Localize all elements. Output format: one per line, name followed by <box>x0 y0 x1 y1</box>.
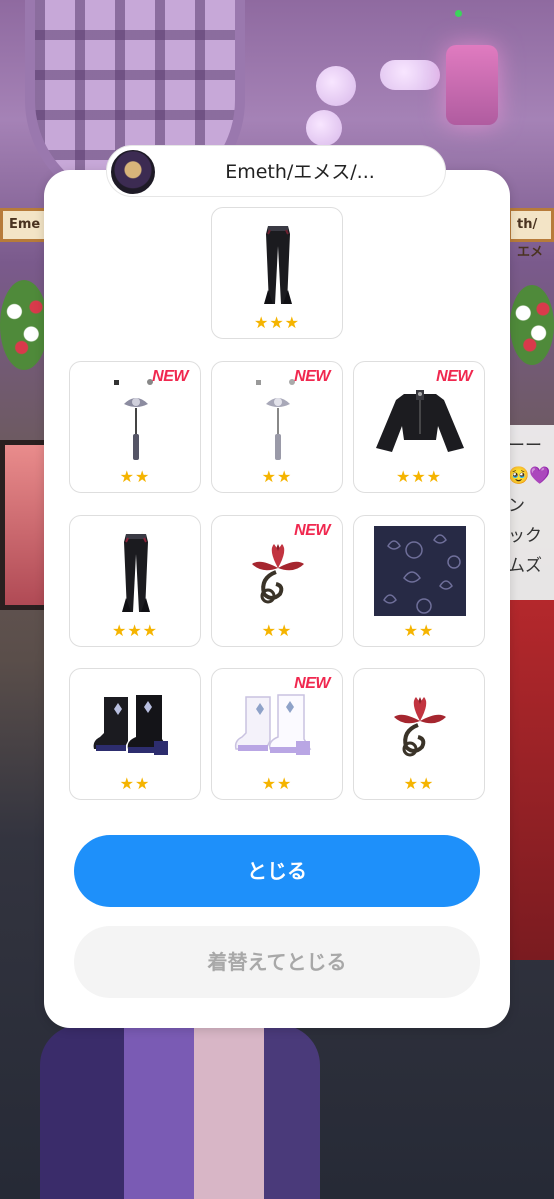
item-card[interactable]: ★★★ <box>211 207 343 339</box>
background-strawberry-flowers <box>0 280 48 370</box>
chat-line: ムズ <box>508 556 542 576</box>
new-badge: NEW <box>294 675 330 692</box>
background-strawberry-flowers <box>510 285 554 365</box>
item-card[interactable]: NEW ★★ <box>211 668 343 800</box>
background-moon <box>306 110 342 146</box>
close-button[interactable]: とじる <box>74 835 480 907</box>
new-badge: NEW <box>436 368 472 385</box>
new-badge: NEW <box>294 522 330 539</box>
black-flared-pants-icon <box>90 530 182 620</box>
rarity-stars: ★★ <box>261 467 293 486</box>
rarity-stars: ★★ <box>403 774 435 793</box>
item-card[interactable]: NEW ★★★ <box>353 361 485 493</box>
item-card[interactable]: NEW ★★ <box>211 361 343 493</box>
chat-line: ーー <box>508 436 542 456</box>
tassel-hairpin-icon <box>232 376 324 466</box>
status-indicator <box>455 10 462 17</box>
item-card[interactable]: ★★★ <box>69 515 201 647</box>
background-red-panel <box>505 600 554 960</box>
avatar <box>109 148 157 196</box>
background-banner-right: th/エメ <box>508 208 554 260</box>
rarity-stars: ★★★ <box>111 621 159 640</box>
background-character <box>40 1025 320 1199</box>
background-banner-left: Eme <box>0 208 50 242</box>
rarity-stars: ★★ <box>403 621 435 640</box>
background-paper-lantern <box>0 440 50 610</box>
background-moon <box>316 66 356 106</box>
new-badge: NEW <box>152 368 188 385</box>
rarity-stars: ★★★ <box>253 313 301 332</box>
black-bell-sleeve-top-icon <box>374 376 466 466</box>
background-cloud <box>380 60 440 90</box>
tassel-hairpin-icon <box>90 376 182 466</box>
red-lotus-sticker-icon <box>232 530 324 620</box>
rarity-stars: ★★ <box>119 774 151 793</box>
rarity-stars: ★★ <box>261 774 293 793</box>
new-badge: NEW <box>294 368 330 385</box>
item-card[interactable]: NEW ★★ <box>69 361 201 493</box>
black-flared-pants-icon <box>232 222 324 312</box>
white-ankle-boots-icon <box>232 683 324 773</box>
chat-line: ック <box>508 526 542 546</box>
background-lantern <box>446 45 498 125</box>
rarity-stars: ★★★ <box>395 467 443 486</box>
chat-line: ン <box>508 496 525 516</box>
profile-name-pill[interactable]: Emeth/エメス/... <box>106 145 446 197</box>
item-card[interactable]: ★★ <box>353 515 485 647</box>
rarity-stars: ★★ <box>119 467 151 486</box>
item-card[interactable]: ★★ <box>353 668 485 800</box>
chat-line: 🥹💜 <box>508 466 551 486</box>
red-lotus-sticker-icon <box>374 683 466 773</box>
item-card[interactable]: ★★ <box>69 668 201 800</box>
black-ankle-boots-icon <box>90 683 182 773</box>
rarity-stars: ★★ <box>261 621 293 640</box>
lotus-pattern-background-icon <box>374 526 466 616</box>
change-outfit-and-close-button[interactable]: 着替えてとじる <box>74 926 480 998</box>
profile-name: Emeth/エメス/... <box>225 161 375 183</box>
app-screen: Eme th/エメ ーー 🥹💜 ン ック ムズ Emeth/エメス/... ★★… <box>0 0 554 1199</box>
item-card[interactable]: NEW ★★ <box>211 515 343 647</box>
